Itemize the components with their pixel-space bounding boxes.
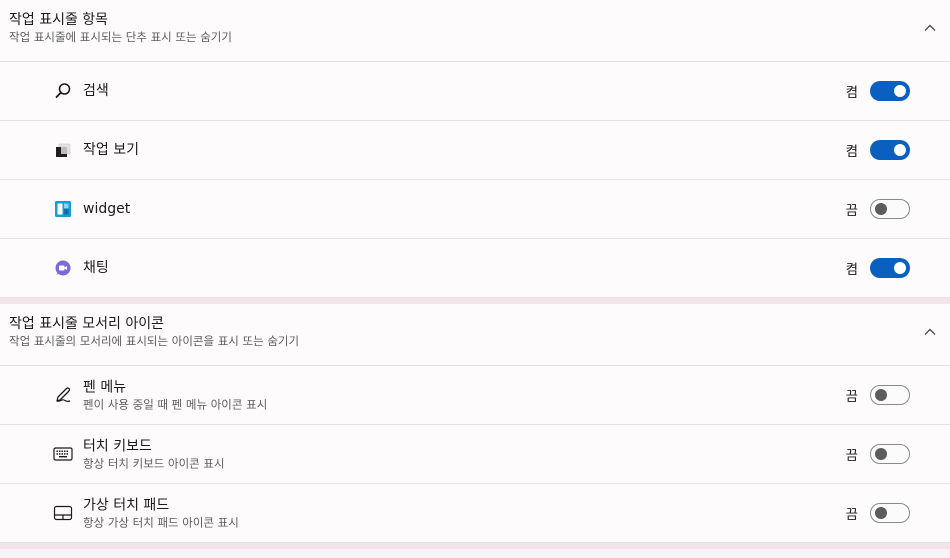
chevron-up-icon[interactable] <box>922 20 938 36</box>
setting-row-touch-keyboard: 터치 키보드 항상 터치 키보드 아이콘 표시 끔 <box>0 425 950 484</box>
toggle-state-label: 켬 <box>845 85 858 101</box>
corner-icons-header[interactable]: 작업 표시줄 모서리 아이콘 작업 표시줄의 모서리에 표시되는 아이콘을 표시… <box>0 304 950 366</box>
toggle-state-label: 켬 <box>845 144 858 160</box>
toggle-knob <box>894 262 906 274</box>
toggle-state-label: 끔 <box>845 448 858 464</box>
toggle-knob <box>875 507 887 519</box>
section-description: 작업 표시줄의 모서리에 표시되는 아이콘을 표시 또는 숨기기 <box>9 334 300 348</box>
row-label: 펜 메뉴 <box>83 379 127 396</box>
setting-row-widgets: widget 끔 <box>0 180 950 239</box>
taskbar-items-header[interactable]: 작업 표시줄 항목 작업 표시줄에 표시되는 단추 표시 또는 숨기기 <box>0 0 950 62</box>
toggle-knob <box>875 448 887 460</box>
row-label: widget <box>83 201 131 217</box>
section-divider <box>0 543 950 549</box>
task-view-icon <box>56 143 71 157</box>
toggle-knob <box>894 85 906 97</box>
toggle-state-label: 켬 <box>845 262 858 278</box>
chat-toggle[interactable] <box>870 258 910 278</box>
pen-menu-toggle[interactable] <box>870 385 910 405</box>
toggle-knob <box>894 144 906 156</box>
search-icon <box>55 83 71 98</box>
row-label: 가상 터치 패드 <box>83 497 170 514</box>
touchpad-icon <box>53 505 73 521</box>
row-label: 터치 키보드 <box>83 438 152 455</box>
setting-row-task-view: 작업 보기 켬 <box>0 121 950 180</box>
touch-keyboard-toggle[interactable] <box>870 444 910 464</box>
toggle-knob <box>875 203 887 215</box>
chat-icon <box>55 260 71 276</box>
task-view-toggle[interactable] <box>870 140 910 160</box>
virtual-touchpad-toggle[interactable] <box>870 503 910 523</box>
pen-icon <box>56 387 71 403</box>
keyboard-icon <box>53 447 73 461</box>
section-description: 작업 표시줄에 표시되는 단추 표시 또는 숨기기 <box>9 30 232 44</box>
section-title: 작업 표시줄 모서리 아이콘 <box>9 316 165 332</box>
search-toggle[interactable] <box>870 81 910 101</box>
setting-row-virtual-touchpad: 가상 터치 패드 항상 가상 터치 패드 아이콘 표시 끔 <box>0 484 950 543</box>
toggle-state-label: 끔 <box>845 203 858 219</box>
row-label: 채팅 <box>83 260 109 276</box>
setting-row-pen-menu: 펜 메뉴 펜이 사용 중일 때 펜 메뉴 아이콘 표시 끔 <box>0 366 950 425</box>
setting-row-chat: 채팅 켬 <box>0 239 950 298</box>
widgets-toggle[interactable] <box>870 199 910 219</box>
toggle-state-label: 끔 <box>845 507 858 523</box>
setting-row-search: 검색 켬 <box>0 62 950 121</box>
toggle-knob <box>875 389 887 401</box>
section-title: 작업 표시줄 항목 <box>9 12 109 28</box>
row-description: 펜이 사용 중일 때 펜 메뉴 아이콘 표시 <box>83 397 268 412</box>
row-label: 검색 <box>83 83 109 99</box>
row-label: 작업 보기 <box>83 142 139 158</box>
chevron-up-icon[interactable] <box>922 324 938 340</box>
row-description: 항상 가상 터치 패드 아이콘 표시 <box>83 515 239 530</box>
corner-icons-section: 작업 표시줄 모서리 아이콘 작업 표시줄의 모서리에 표시되는 아이콘을 표시… <box>0 304 950 543</box>
taskbar-items-section: 작업 표시줄 항목 작업 표시줄에 표시되는 단추 표시 또는 숨기기 검색 켬… <box>0 0 950 298</box>
widgets-icon <box>55 201 71 217</box>
toggle-state-label: 끔 <box>845 389 858 405</box>
row-description: 항상 터치 키보드 아이콘 표시 <box>83 456 225 471</box>
